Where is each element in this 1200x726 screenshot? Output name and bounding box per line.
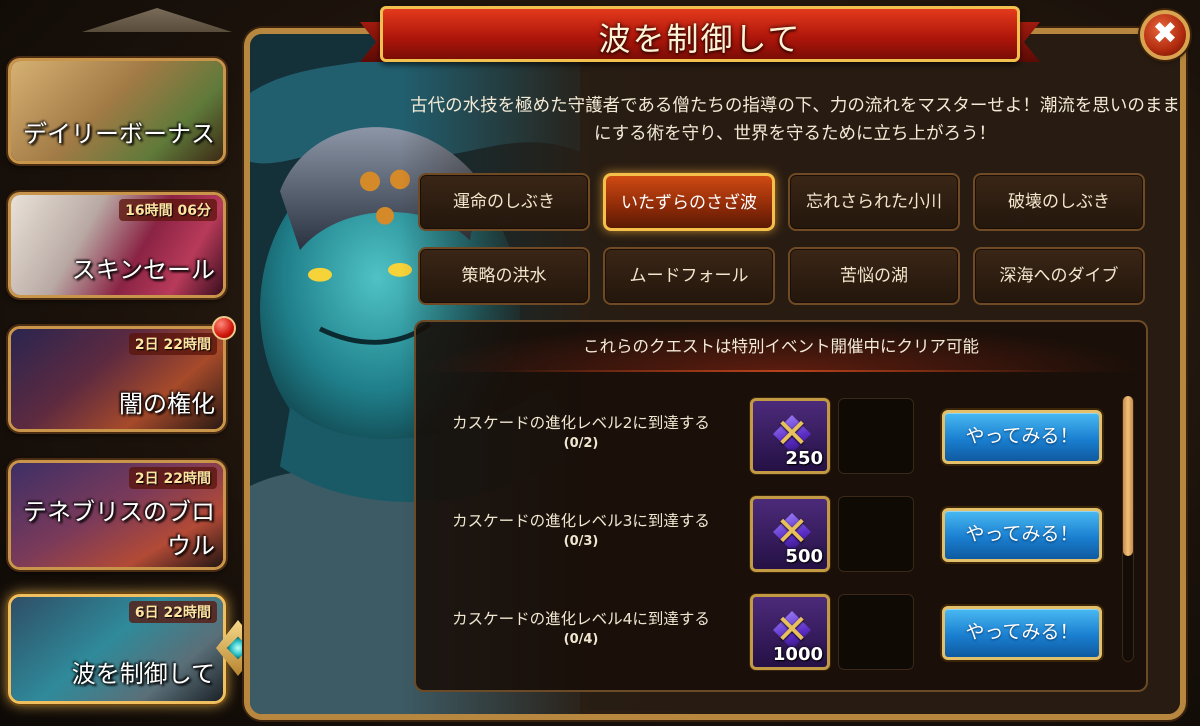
notification-dot-icon — [212, 316, 236, 340]
quest-list: これらのクエストは特別イベント開催中にクリア可能 カスケードの進化レベル2に到達… — [414, 320, 1148, 692]
sidebar-item-label: 闇の権化 — [119, 390, 215, 418]
event-timer: 6日 22時間 — [128, 601, 217, 623]
sidebar-item-label: スキンセール — [71, 256, 215, 284]
reward-crystal-slot: ✕ 1000 — [750, 594, 830, 670]
quest-name: カスケードの進化レベル2に到達する — [452, 414, 710, 432]
quest-text: カスケードの進化レベル2に到達する (0/2) — [416, 412, 746, 454]
quest-text: カスケードの進化レベル3に到達する (0/3) — [416, 510, 746, 552]
tab-scheme-flood[interactable]: 策略の洪水 — [418, 247, 590, 305]
quest-list-header: これらのクエストは特別イベント開催中にクリア可能 — [416, 322, 1146, 372]
tab-fate-splash[interactable]: 運命のしぶき — [418, 173, 590, 231]
sidebar-item-tenebris[interactable]: 2日 22時間 テネブリスのブロ ウル — [8, 460, 226, 570]
sidebar-item-dark-avatar[interactable]: 2日 22時間 闇の権化 — [8, 326, 226, 432]
sidebar-item-control-waves[interactable]: 6日 22時間 波を制御して — [8, 594, 226, 704]
event-sidebar: デイリーボーナス 16時間 06分 スキンセール 2日 22時間 闇の権化 2日… — [0, 0, 260, 726]
close-icon: ✖ — [1152, 16, 1178, 51]
quest-progress: (0/4) — [563, 632, 599, 647]
quest-name: カスケードの進化レベル3に到達する — [452, 512, 710, 530]
quest-row: カスケードの進化レベル3に到達する (0/3) ✕ 500 やってみる！ — [416, 496, 1116, 580]
quest-text: カスケードの進化レベル4に到達する (0/4) — [416, 608, 746, 650]
title-banner: 波を制御して — [360, 4, 1040, 72]
tab-lake-of-anguish[interactable]: 苦悩の湖 — [788, 247, 960, 305]
sidebar-item-label: テネブリスのブロ ウル — [23, 498, 215, 560]
sidebar-item-label: 波を制御して — [71, 660, 215, 688]
quest-progress: (0/2) — [563, 436, 599, 451]
quest-row: カスケードの進化レベル4に到達する (0/4) ✕ 1000 やってみる！ — [416, 594, 1116, 678]
scroll-up-icon[interactable] — [82, 8, 232, 32]
try-it-button[interactable]: やってみる！ — [942, 606, 1102, 660]
reward-amount: 250 — [785, 448, 823, 469]
page-title: 波を制御して — [598, 20, 802, 58]
sidebar-item-skin-sale[interactable]: 16時間 06分 スキンセール — [8, 192, 226, 298]
empty-reward-slot — [838, 398, 914, 474]
sidebar-item-daily-bonus[interactable]: デイリーボーナス — [8, 58, 226, 164]
tab-moodfall[interactable]: ムードフォール — [603, 247, 775, 305]
quest-name: カスケードの進化レベル4に到達する — [452, 610, 710, 628]
try-it-button[interactable]: やってみる！ — [942, 410, 1102, 464]
empty-reward-slot — [838, 496, 914, 572]
empty-reward-slot — [838, 594, 914, 670]
tab-mischief-ripple[interactable]: いたずらのさざ波 — [603, 173, 775, 231]
reward-crystal-slot: ✕ 500 — [750, 496, 830, 572]
tab-destruction-splash[interactable]: 破壊のしぶき — [973, 173, 1145, 231]
event-timer: 16時間 06分 — [119, 199, 217, 221]
reward-amount: 1000 — [772, 644, 823, 665]
event-description: 古代の水技を極めた守護者である僧たちの指導の下、力の流れをマスターせよ！潮流を思… — [410, 96, 1180, 144]
reward-amount: 500 — [785, 546, 823, 567]
quest-row: カスケードの進化レベル2に到達する (0/2) ✕ 250 やってみる！ — [416, 398, 1116, 482]
tab-forgotten-stream[interactable]: 忘れさられた小川 — [788, 173, 960, 231]
event-timer: 2日 22時間 — [128, 333, 217, 355]
sidebar-item-label: デイリーボーナス — [23, 120, 215, 148]
quest-progress: (0/3) — [563, 534, 599, 549]
try-it-button[interactable]: やってみる！ — [942, 508, 1102, 562]
event-timer: 2日 22時間 — [128, 467, 217, 489]
reward-crystal-slot: ✕ 250 — [750, 398, 830, 474]
tab-deep-sea-dive[interactable]: 深海へのダイブ — [973, 247, 1145, 305]
close-button[interactable]: ✖ — [1140, 10, 1190, 60]
quest-scrollbar-thumb[interactable] — [1123, 396, 1133, 556]
